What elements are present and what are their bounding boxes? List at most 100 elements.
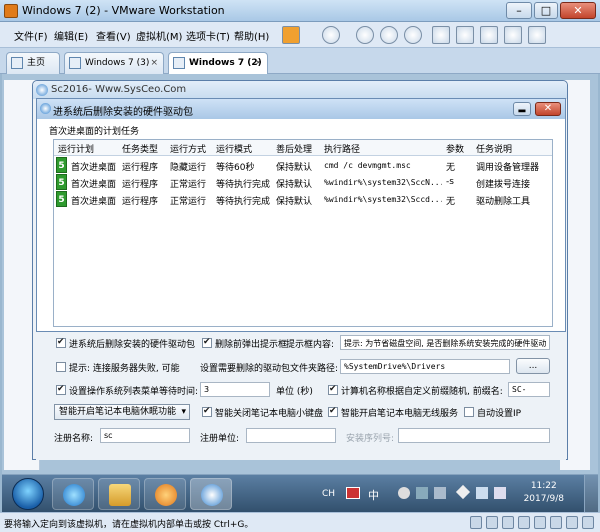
tab-home[interactable]: 主页 [6, 52, 60, 74]
usb-icon[interactable] [518, 516, 530, 529]
vmware-tab-strip: 主页 Windows 7 (3) × Windows 7 (2) × [0, 48, 600, 75]
tab-windows7-2[interactable]: Windows 7 (2) × [168, 52, 268, 75]
column-header[interactable]: 执行路径 [324, 142, 360, 155]
sidebar-toggle-icon[interactable] [432, 26, 450, 44]
show-desktop-button[interactable] [584, 475, 598, 513]
menu-file[interactable]: 文件(F) [14, 28, 48, 43]
printer-icon[interactable] [550, 516, 562, 529]
dialog-icon [40, 103, 51, 114]
fullscreen-icon[interactable] [480, 26, 498, 44]
driver-folder-input[interactable]: %SystemDrive%\Drivers [340, 359, 510, 374]
browse-button[interactable]: ... [516, 358, 550, 374]
sleep-select[interactable]: 智能开启笔记本电脑休眠功能 ▾ [54, 404, 190, 420]
network-adapter-icon[interactable] [502, 516, 514, 529]
menu-wait-checkbox[interactable] [56, 384, 66, 395]
menu-wait-input[interactable]: 3 [200, 382, 270, 397]
cell-param: 无 [446, 197, 456, 207]
sleep-select-value: 智能开启笔记本电脑休眠功能 [59, 407, 177, 417]
menu-vm[interactable]: 虚拟机(M) [136, 28, 182, 43]
menu-tabs[interactable]: 选项卡(T) [186, 28, 230, 43]
del-prompt-checkbox[interactable] [202, 337, 212, 348]
tab-close-icon[interactable]: × [150, 53, 158, 73]
thumbnail-icon[interactable] [456, 26, 474, 44]
pause-icon[interactable] [282, 26, 300, 44]
dialog-title-bar: 进系统后删除安装的硬件驱动包 ▂ ✕ [37, 99, 565, 119]
serial-input[interactable] [398, 428, 550, 443]
prefix-input[interactable]: SC- [508, 382, 550, 397]
dialog-close-button[interactable]: ✕ [535, 102, 561, 116]
wireless-checkbox[interactable] [328, 406, 338, 417]
task-grid[interactable]: 运行计划 任务类型 运行方式 运行模式 善后处理 执行路径 参数 任务说明 5 … [53, 139, 553, 327]
kbd-off-checkbox[interactable] [202, 406, 212, 417]
serial-label: 安装序列号: [346, 434, 395, 444]
sc2016-title: Sc2016- Www.SysCeo.Com [51, 84, 187, 95]
display-icon[interactable] [566, 516, 578, 529]
column-header[interactable]: 运行模式 [216, 142, 252, 155]
cell-path: %windir%\system32\SccN... [324, 178, 442, 187]
tray-app-icon[interactable] [398, 487, 410, 499]
network-icon[interactable] [476, 487, 488, 499]
message-icon[interactable] [582, 516, 594, 529]
column-header[interactable]: 任务类型 [122, 142, 158, 155]
hdd-icon[interactable] [470, 516, 482, 529]
unity-icon[interactable] [504, 26, 522, 44]
cell-plan: 首次进桌面 [71, 180, 117, 190]
prompt-content-input[interactable]: 提示: 为节省磁盘空间, 是否删除系统安装完成的硬件驱动 [340, 335, 550, 350]
reg-unit-input[interactable] [246, 428, 336, 443]
vmware-app-icon [4, 4, 18, 18]
taskbar-sc2016[interactable] [190, 478, 232, 510]
ime-mode[interactable]: 中 [368, 487, 379, 503]
clock[interactable]: 11:22 2017/9/8 [524, 480, 564, 506]
driver-cleanup-dialog: 进系统后删除安装的硬件驱动包 ▂ ✕ 首次进桌面的计划任务 运行计划 任务类型 … [36, 98, 566, 332]
vmware-title-bar: Windows 7 (2) - VMware Workstation – □ ✕ [0, 0, 600, 22]
table-row[interactable]: 5 首次进桌面 运行程序 隐藏运行 等待60秒 保持默认 cmd /c devm… [54, 157, 552, 173]
taskbar-ie[interactable] [52, 478, 94, 510]
auto-ip-checkbox[interactable] [464, 407, 474, 417]
volume-icon[interactable] [494, 487, 506, 499]
row-number-badge: 5 [56, 174, 67, 190]
tray-expand-icon[interactable] [455, 484, 471, 500]
snapshot-icon[interactable] [356, 26, 374, 44]
cell-param: -s [446, 177, 454, 187]
dialog-minimize-button[interactable]: ▂ [513, 102, 531, 116]
tab-windows7-3-label: Windows 7 (3) [85, 58, 150, 68]
send-keys-icon[interactable] [322, 26, 340, 44]
maximize-button[interactable]: □ [534, 2, 558, 19]
minimize-button[interactable]: – [506, 2, 532, 19]
reg-name-input[interactable]: sc [100, 428, 190, 443]
computer-name-checkbox[interactable] [328, 384, 338, 395]
folder-icon [109, 484, 131, 506]
cdrom-icon[interactable] [486, 516, 498, 529]
del-driver-checkbox[interactable] [56, 337, 66, 348]
flag-icon[interactable] [346, 487, 360, 499]
home-icon [11, 57, 23, 69]
column-header[interactable]: 参数 [446, 142, 464, 155]
sc2016-title-bar: Sc2016- Www.SysCeo.Com [33, 81, 567, 99]
console-view-icon[interactable] [528, 26, 546, 44]
sound-icon[interactable] [534, 516, 546, 529]
close-button[interactable]: ✕ [560, 2, 596, 19]
start-button[interactable] [12, 478, 44, 510]
tab-windows7-3[interactable]: Windows 7 (3) × [64, 52, 164, 74]
app-logo-icon [36, 84, 48, 96]
menu-view[interactable]: 查看(V) [96, 28, 131, 43]
column-header[interactable]: 运行计划 [58, 142, 94, 155]
taskbar-explorer[interactable] [98, 478, 140, 510]
column-header[interactable]: 任务说明 [476, 142, 512, 155]
snapshot-manager-icon[interactable] [404, 26, 422, 44]
column-header[interactable]: 善后处理 [276, 142, 312, 155]
revert-snapshot-icon[interactable] [380, 26, 398, 44]
cell-plan: 首次进桌面 [71, 163, 117, 173]
tray-settings-icon[interactable] [434, 487, 446, 499]
ime-indicator[interactable]: CH [322, 489, 335, 499]
column-header[interactable]: 运行方式 [170, 142, 206, 155]
table-row[interactable]: 5 首次进桌面 运行程序 正常运行 等待执行完成 保持默认 %windir%\s… [54, 174, 552, 190]
taskbar-media-player[interactable] [144, 478, 186, 510]
cell-param: 无 [446, 163, 456, 173]
menu-help[interactable]: 帮助(H) [234, 28, 269, 43]
table-row[interactable]: 5 首次进桌面 运行程序 正常运行 等待执行完成 保持默认 %windir%\s… [54, 191, 552, 207]
conn-fail-checkbox[interactable] [56, 362, 66, 372]
menu-edit[interactable]: 编辑(E) [54, 28, 88, 43]
tray-keyboard-icon[interactable] [416, 487, 428, 499]
tab-close-icon[interactable]: × [254, 53, 262, 73]
